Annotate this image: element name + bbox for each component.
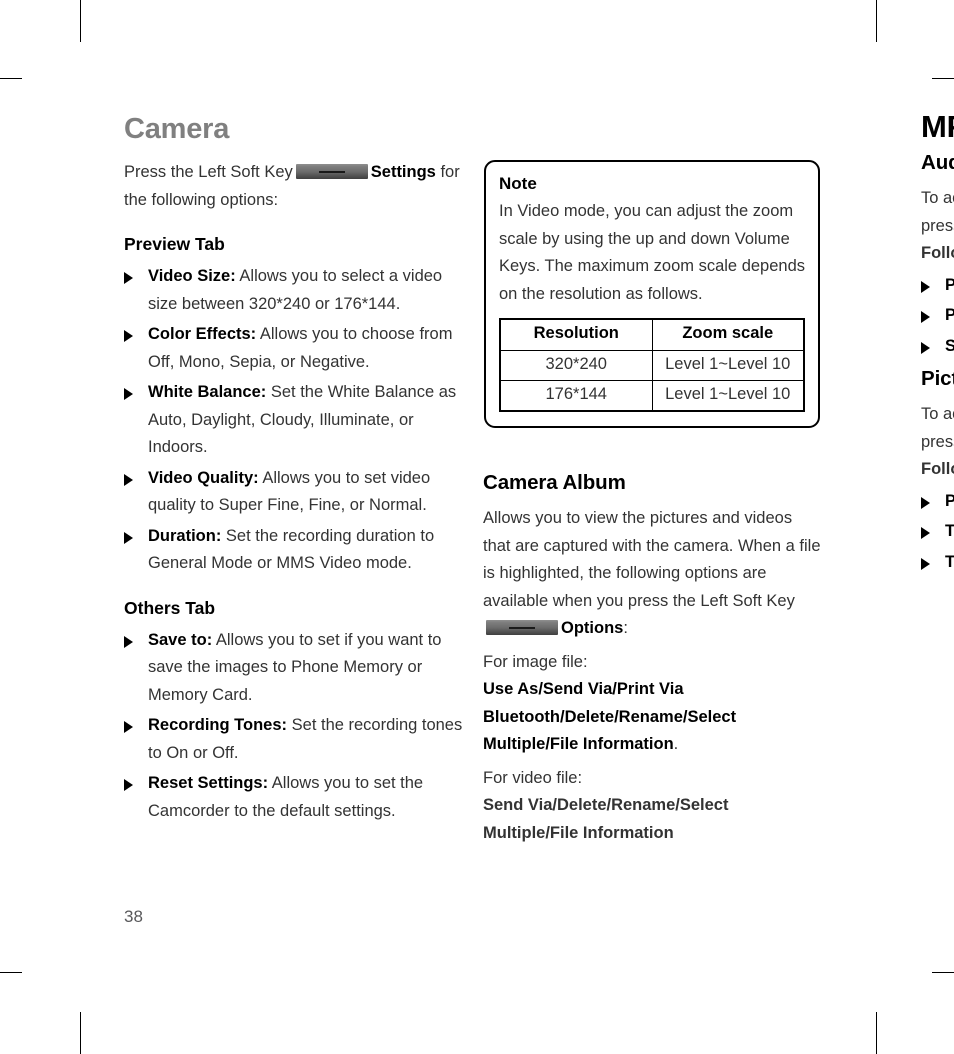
list-item-lead: Play	[945, 491, 954, 510]
note-heading: Note	[499, 174, 537, 193]
camera-album-intro: Allows you to view the pictures and vide…	[483, 505, 823, 643]
list-item: Recording Tones: Set the recording tones…	[124, 712, 468, 767]
manual-page: Camera Press the Left Soft Key Settings f…	[0, 0, 954, 1054]
column-header-zoom-scale: Zoom scale	[651, 318, 805, 351]
column-header-resolution: Resolution	[499, 318, 653, 351]
soft-key-icon	[295, 164, 368, 179]
audio-player-para-a: To access this menu,	[921, 189, 954, 207]
settings-intro-paragraph: Press the Left Soft Key Settings for the …	[124, 159, 468, 214]
next-page-content: MP3 Audio Player To access this menu, pr…	[921, 110, 954, 576]
list-item: The	[921, 549, 954, 577]
list-item: Playlist	[921, 488, 954, 516]
camera-album-intro-text: Allows you to view the pictures and vide…	[483, 509, 821, 610]
picture-list: Playlist Thelist The	[921, 488, 954, 577]
page-number: 38	[124, 907, 143, 926]
preview-tab-heading: Preview Tab	[124, 234, 225, 254]
picture-para-b: press the Left Soft Key	[921, 432, 954, 451]
list-item-lead: Stop	[945, 336, 954, 355]
list-item-lead: The	[945, 552, 954, 571]
triangle-bullet-icon	[921, 527, 930, 539]
list-item: Reset Settings: Allows you to set the Ca…	[124, 770, 468, 825]
triangle-bullet-icon	[124, 779, 133, 791]
image-file-options-period: .	[673, 735, 679, 753]
cell-resolution: 320*240	[499, 350, 653, 381]
others-tab-list: Save to: Allows you to set if you want t…	[124, 627, 468, 826]
list-item: Video Quality: Allows you to set video q…	[124, 465, 468, 520]
cell-zoom-scale: Level 1~Level 10	[651, 380, 805, 412]
image-file-options: Use As/Send Via/Print Via Bluetooth/Dele…	[483, 676, 823, 759]
triangle-bullet-icon	[921, 280, 930, 293]
audio-player-list: Playthe track Pausethe track Stop	[921, 272, 954, 361]
page-title: Camera	[124, 113, 230, 145]
triangle-bullet-icon	[124, 272, 133, 284]
next-page-title: MP3	[921, 109, 954, 144]
triangle-bullet-icon	[921, 496, 930, 509]
list-item: Duration: Set the recording duration to …	[124, 523, 468, 578]
list-item-lead: Recording Tones:	[148, 716, 288, 734]
audio-player-para-b: press the Left Soft Key	[921, 216, 954, 235]
list-item: Thelist	[921, 518, 954, 546]
list-item-lead: Pause	[945, 306, 954, 324]
note-box: Note In Video mode, you can adjust the z…	[484, 160, 820, 428]
left-column: Camera Press the Left Soft Key Settings f…	[124, 112, 468, 828]
right-column: Camera Album Allows you to view the pict…	[483, 470, 823, 847]
list-item-lead: Color Effects:	[148, 325, 257, 343]
list-item-lead: White Balance:	[148, 383, 267, 401]
note-body: In Video mode, you can adjust the zoom s…	[499, 202, 805, 303]
camera-album-heading: Camera Album	[483, 471, 626, 494]
list-item: Color Effects: Allows you to choose from…	[124, 321, 468, 376]
list-item-lead: The	[945, 522, 954, 540]
triangle-bullet-icon	[921, 557, 930, 570]
for-video-file-label: For video file:	[483, 768, 583, 787]
list-item-lead: Video Size:	[148, 267, 236, 285]
list-item: White Balance: Set the White Balance as …	[124, 379, 468, 462]
list-item: Playthe track	[921, 272, 954, 300]
image-file-options-text: Use As/Send Via/Print Via Bluetooth/Dele…	[483, 680, 737, 753]
soft-key-icon	[486, 620, 558, 635]
others-tab-heading: Others Tab	[124, 597, 216, 618]
settings-label: Settings	[370, 163, 436, 181]
options-label: Options	[561, 619, 624, 637]
cell-resolution: 176*144	[499, 380, 653, 412]
triangle-bullet-icon	[921, 311, 930, 323]
triangle-bullet-icon	[124, 388, 133, 400]
settings-intro-text-before: Press the Left Soft Key	[124, 163, 293, 181]
triangle-bullet-icon	[124, 473, 133, 486]
list-item-lead: Reset Settings:	[148, 774, 269, 792]
video-file-options: Send Via/Delete/Rename/Select Multiple/F…	[483, 796, 729, 842]
audio-player-heading: Audio Player	[921, 151, 954, 174]
options-colon: :	[623, 619, 628, 637]
list-item: Save to: Allows you to set if you want t…	[124, 627, 468, 710]
list-item: Video Size: Allows you to select a video…	[124, 263, 468, 318]
zoom-scale-table: Resolution Zoom scale 320*240 Level 1~Le…	[499, 318, 805, 412]
for-image-file-label: For image file:	[483, 652, 588, 671]
next-page-bleed-column: MP3 Audio Player To access this menu, pr…	[921, 100, 954, 800]
list-item-lead: Video Quality:	[148, 468, 259, 487]
table-row: 320*240 Level 1~Level 10	[499, 350, 805, 381]
triangle-bullet-icon	[921, 341, 930, 354]
cell-zoom-scale: Level 1~Level 10	[651, 350, 805, 381]
triangle-bullet-icon	[124, 721, 133, 733]
preview-tab-list: Video Size: Allows you to select a video…	[124, 263, 468, 578]
list-item-lead: Save to:	[148, 630, 213, 649]
triangle-bullet-icon	[124, 531, 133, 544]
table-row: 176*144 Level 1~Level 10	[499, 380, 805, 412]
list-item-lead: Play	[945, 275, 954, 294]
list-item-lead: Duration:	[148, 526, 222, 545]
triangle-bullet-icon	[124, 635, 133, 648]
picture-para-a: To access this menu,	[921, 405, 954, 423]
triangle-bullet-icon	[124, 330, 133, 342]
list-item: Stop	[921, 333, 954, 361]
table-header-row: Resolution Zoom scale	[499, 318, 805, 351]
audio-player-para-c: Follow	[921, 244, 954, 262]
picture-heading: Picture	[921, 367, 954, 390]
list-item: Pausethe track	[921, 302, 954, 330]
picture-para-c: Follow	[921, 460, 954, 478]
